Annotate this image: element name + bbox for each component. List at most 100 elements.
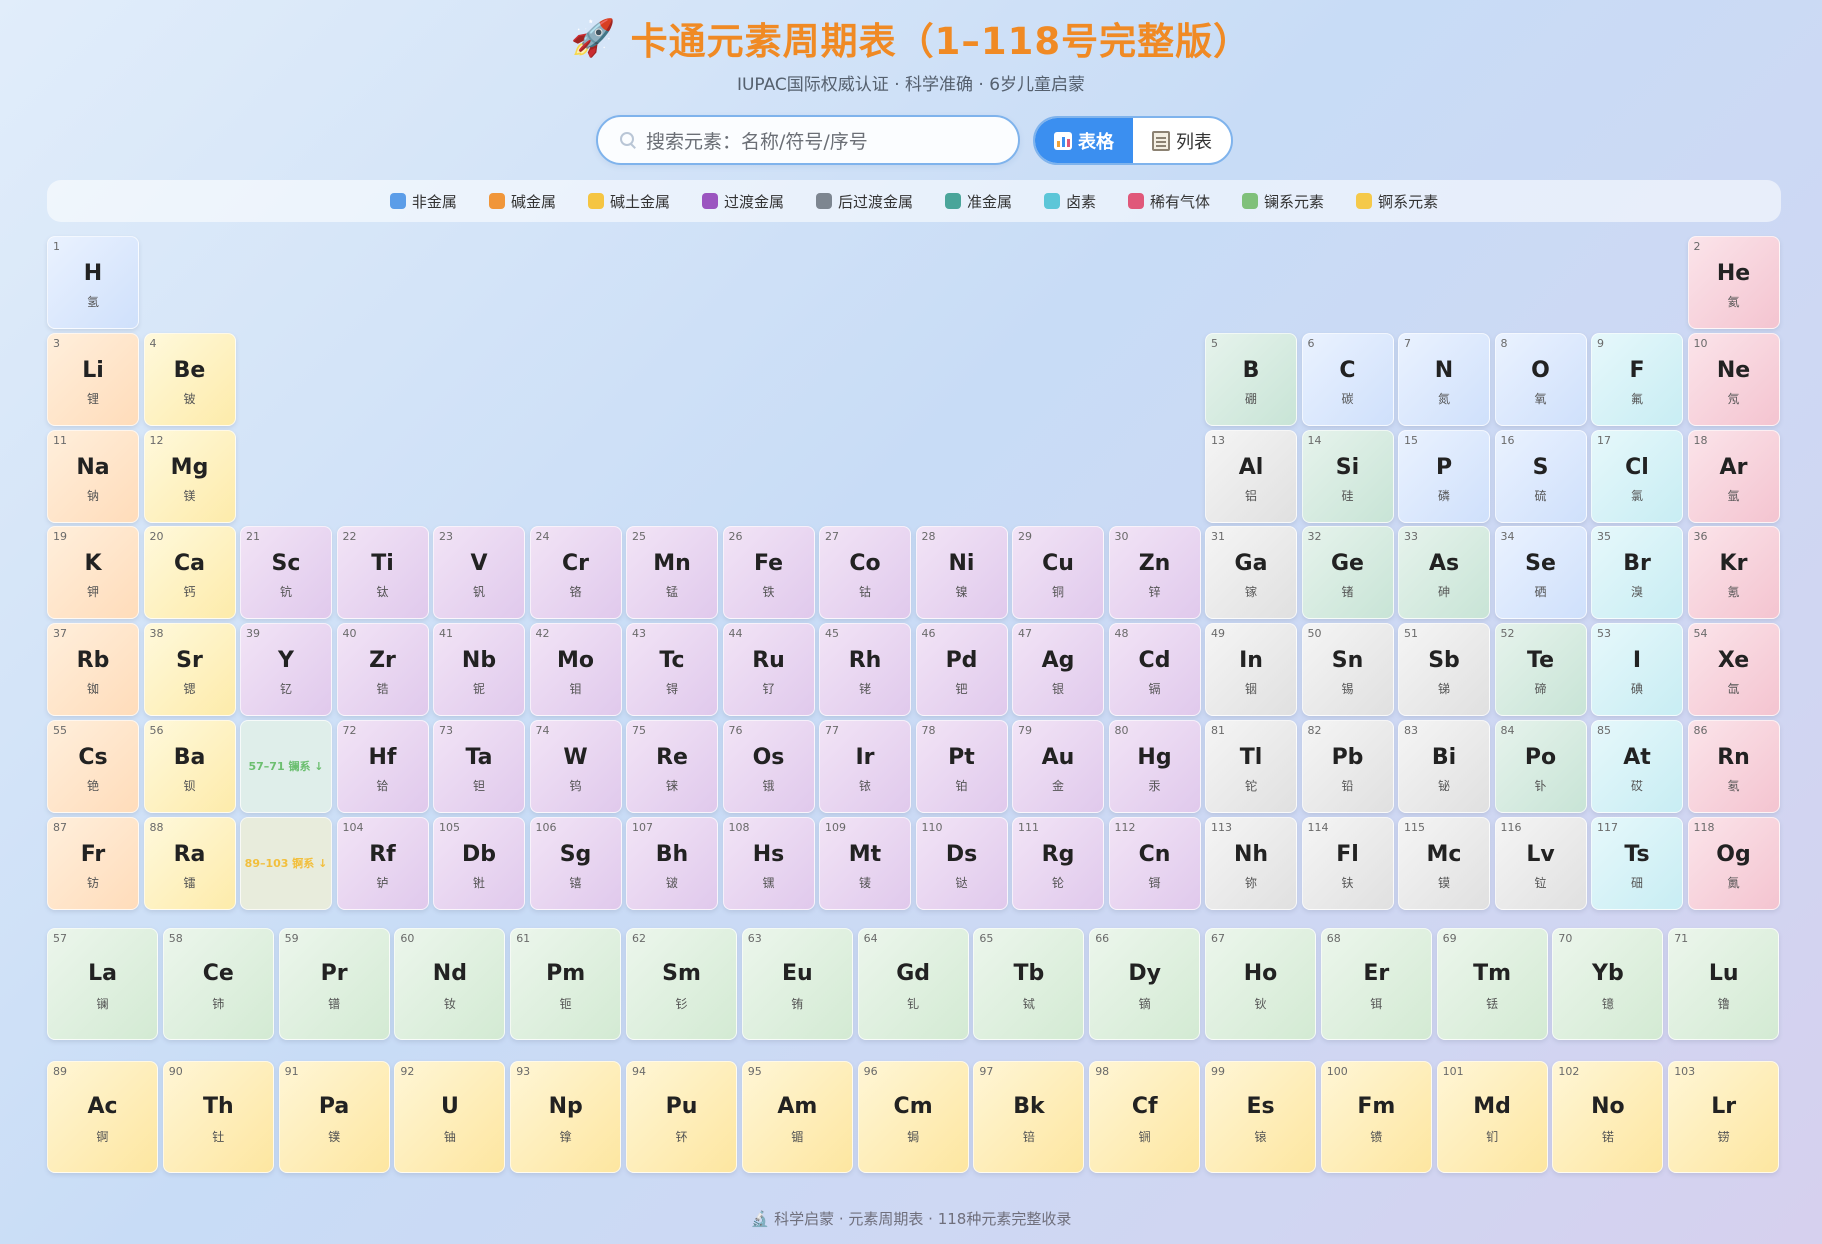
element-cell-la[interactable]: 57 La 镧 <box>47 928 158 1040</box>
element-cell-mt[interactable]: 109 Mt 鿏 <box>819 816 911 910</box>
series-placeholder[interactable]: 57–71 镧系 ↓ <box>240 719 332 813</box>
element-cell-fl[interactable]: 114 Fl 𫓧 <box>1301 816 1394 910</box>
element-cell-lr[interactable]: 103 Lr 铹 <box>1668 1061 1780 1173</box>
element-cell-ir[interactable]: 77 Ir 铱 <box>819 719 911 813</box>
element-cell-ds[interactable]: 110 Ds 𫟼 <box>915 816 1008 910</box>
element-cell-li[interactable]: 3 Li 锂 <box>47 332 139 426</box>
element-cell-nh[interactable]: 113 Nh 鿭 <box>1205 816 1297 910</box>
element-cell-tc[interactable]: 43 Tc 锝 <box>626 623 718 716</box>
element-cell-yb[interactable]: 70 Yb 镱 <box>1552 928 1664 1040</box>
element-cell-sc[interactable]: 21 Sc 钪 <box>240 526 332 620</box>
element-cell-ar[interactable]: 18 Ar 氩 <box>1687 429 1780 523</box>
element-cell-mg[interactable]: 12 Mg 镁 <box>143 429 236 523</box>
element-cell-p[interactable]: 15 P 磷 <box>1398 429 1490 523</box>
element-cell-ga[interactable]: 31 Ga 镓 <box>1205 526 1297 620</box>
element-cell-i[interactable]: 53 I 碘 <box>1591 623 1683 716</box>
element-cell-te[interactable]: 52 Te 碲 <box>1494 623 1587 716</box>
element-cell-xe[interactable]: 54 Xe 氙 <box>1687 623 1780 716</box>
element-cell-po[interactable]: 84 Po 钋 <box>1494 719 1587 813</box>
element-cell-tb[interactable]: 65 Tb 铽 <box>973 928 1085 1040</box>
element-cell-ra[interactable]: 88 Ra 镭 <box>143 816 236 910</box>
element-cell-pa[interactable]: 91 Pa 镤 <box>278 1061 390 1173</box>
element-cell-cl[interactable]: 17 Cl 氯 <box>1591 429 1683 523</box>
element-cell-sn[interactable]: 50 Sn 锡 <box>1301 623 1394 716</box>
element-cell-as[interactable]: 33 As 砷 <box>1398 526 1490 620</box>
element-cell-rb[interactable]: 37 Rb 铷 <box>47 623 139 716</box>
element-cell-pu[interactable]: 94 Pu 钚 <box>626 1061 737 1173</box>
element-cell-sb[interactable]: 51 Sb 锑 <box>1398 623 1490 716</box>
legend-item[interactable]: 碱土金属 <box>587 191 670 212</box>
element-cell-er[interactable]: 68 Er 铒 <box>1320 928 1432 1040</box>
element-cell-be[interactable]: 4 Be 铍 <box>143 332 236 426</box>
element-cell-w[interactable]: 74 W 钨 <box>529 719 622 813</box>
element-cell-al[interactable]: 13 Al 铝 <box>1205 429 1297 523</box>
element-cell-hf[interactable]: 72 Hf 铪 <box>336 719 429 813</box>
element-cell-cs[interactable]: 55 Cs 铯 <box>47 719 139 813</box>
element-cell-pt[interactable]: 78 Pt 铂 <box>915 719 1008 813</box>
legend-item[interactable]: 过渡金属 <box>701 191 784 212</box>
element-cell-sg[interactable]: 106 Sg 𬭳 <box>529 816 622 910</box>
element-cell-b[interactable]: 5 B硼 <box>1205 332 1297 426</box>
element-cell-u[interactable]: 92 U 铀 <box>394 1061 506 1173</box>
list-view-button[interactable]: 列表 <box>1133 118 1231 163</box>
element-cell-tl[interactable]: 81 Tl 铊 <box>1205 719 1297 813</box>
element-cell-fm[interactable]: 100 Fm 镄 <box>1320 1061 1432 1173</box>
element-cell-dy[interactable]: 66 Dy 镝 <box>1089 928 1201 1040</box>
element-cell-cu[interactable]: 29 Cu 铜 <box>1012 526 1104 620</box>
element-cell-np[interactable]: 93 Np 镎 <box>510 1061 622 1173</box>
element-cell-db[interactable]: 105 Db 𬭊 <box>433 816 525 910</box>
element-cell-ho[interactable]: 67 Ho 钬 <box>1205 928 1316 1040</box>
legend-item[interactable]: 镧系元素 <box>1242 191 1324 212</box>
element-cell-ba[interactable]: 56 Ba 钡 <box>143 719 236 813</box>
element-cell-ta[interactable]: 73 Ta 钽 <box>433 719 525 813</box>
element-cell-in[interactable]: 49 In 铟 <box>1205 623 1297 716</box>
element-cell-nd[interactable]: 60 Nd 钕 <box>394 928 506 1040</box>
element-cell-f[interactable]: 9 F氟 <box>1591 332 1683 426</box>
element-cell-ca[interactable]: 20 Ca 钙 <box>143 526 236 620</box>
element-cell-am[interactable]: 95 Am 镅 <box>741 1061 853 1173</box>
legend-item[interactable]: 准金属 <box>945 191 1012 212</box>
element-cell-cd[interactable]: 48 Cd 镉 <box>1108 623 1201 716</box>
element-cell-lv[interactable]: 116 Lv 𫟷 <box>1494 816 1587 910</box>
element-cell-nb[interactable]: 41 Nb 铌 <box>433 623 525 716</box>
element-cell-k[interactable]: 19 K 钾 <box>47 526 139 620</box>
element-cell-y[interactable]: 39 Y 钇 <box>240 623 332 716</box>
element-cell-es[interactable]: 99 Es 锿 <box>1205 1061 1316 1173</box>
element-cell-he[interactable]: 2 He 氦 <box>1687 236 1780 329</box>
element-cell-ac[interactable]: 89 Ac 锕 <box>47 1061 158 1173</box>
element-cell-cf[interactable]: 98 Cf 锎 <box>1089 1061 1201 1173</box>
legend-item[interactable]: 稀有气体 <box>1128 191 1210 212</box>
element-cell-md[interactable]: 101 Md 钔 <box>1436 1061 1548 1173</box>
element-cell-rh[interactable]: 45 Rh 铑 <box>819 623 911 716</box>
element-cell-bi[interactable]: 83 Bi 铋 <box>1398 719 1490 813</box>
legend-item[interactable]: 卤素 <box>1044 191 1096 212</box>
element-cell-eu[interactable]: 63 Eu 铕 <box>741 928 853 1040</box>
element-cell-mo[interactable]: 42 Mo 钼 <box>529 623 622 716</box>
element-cell-kr[interactable]: 36 Kr 氪 <box>1687 526 1780 620</box>
legend-item[interactable]: 锕系元素 <box>1356 191 1438 212</box>
element-cell-o[interactable]: 8 O氧 <box>1494 332 1587 426</box>
element-cell-bk[interactable]: 97 Bk 锫 <box>973 1061 1085 1173</box>
element-cell-ne[interactable]: 10 Ne 氖 <box>1687 332 1780 426</box>
element-cell-si[interactable]: 14 Si 硅 <box>1301 429 1394 523</box>
element-cell-gd[interactable]: 64 Gd 钆 <box>857 928 969 1040</box>
element-cell-br[interactable]: 35 Br 溴 <box>1591 526 1683 620</box>
element-cell-zn[interactable]: 30 Zn 锌 <box>1108 526 1201 620</box>
element-cell-os[interactable]: 76 Os 锇 <box>722 719 815 813</box>
element-cell-re[interactable]: 75 Re 铼 <box>626 719 718 813</box>
element-cell-cn[interactable]: 112 Cn 鿔 <box>1108 816 1201 910</box>
element-cell-s[interactable]: 16 S 硫 <box>1494 429 1587 523</box>
element-cell-cm[interactable]: 96 Cm 锔 <box>857 1061 969 1173</box>
element-cell-rn[interactable]: 86 Rn 氡 <box>1687 719 1780 813</box>
element-cell-ag[interactable]: 47 Ag 银 <box>1012 623 1104 716</box>
element-cell-hg[interactable]: 80 Hg 汞 <box>1108 719 1201 813</box>
element-cell-v[interactable]: 23 V 钒 <box>433 526 525 620</box>
legend-item[interactable]: 非金属 <box>389 191 457 212</box>
element-cell-hs[interactable]: 108 Hs 𬭶 <box>722 816 815 910</box>
element-cell-pm[interactable]: 61 Pm 钷 <box>510 928 622 1040</box>
element-cell-rg[interactable]: 111 Rg 𬬭 <box>1012 816 1104 910</box>
search-input[interactable]: 搜索元素：名称/符号/序号 <box>596 115 1020 165</box>
element-cell-h[interactable]: 1 H氢 <box>47 236 139 329</box>
element-cell-ts[interactable]: 117 Ts 鿬 <box>1591 816 1683 910</box>
element-cell-ni[interactable]: 28 Ni 镍 <box>915 526 1008 620</box>
